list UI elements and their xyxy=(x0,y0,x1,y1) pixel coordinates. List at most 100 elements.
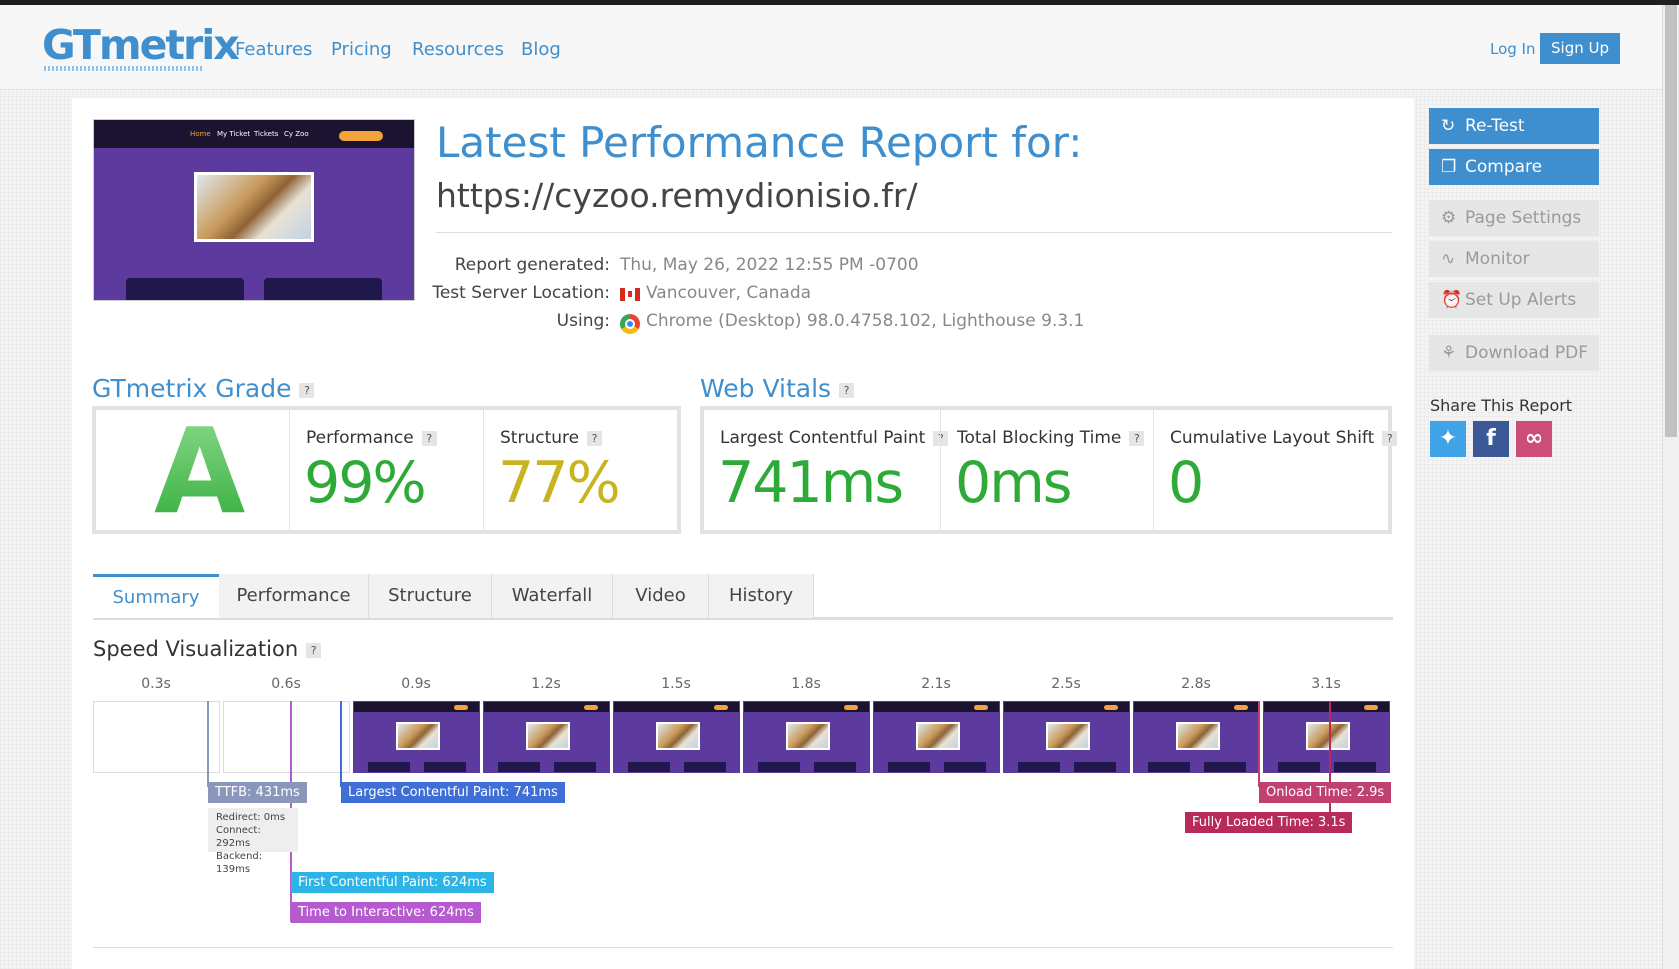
set-up-alerts-button[interactable]: ⏰ Set Up Alerts xyxy=(1429,282,1599,318)
thumbnail-nav-cyzoo: Cy Zoo xyxy=(284,130,309,138)
performance-cell: Performance? 99% xyxy=(289,410,483,530)
cls-label: Cumulative Layout Shift? xyxy=(1170,428,1398,448)
refresh-icon: ↻ xyxy=(1441,116,1456,136)
nav-blog[interactable]: Blog xyxy=(521,39,561,60)
filmstrip-frame[interactable] xyxy=(353,701,480,773)
timeline-tick: 3.1s xyxy=(1311,676,1341,692)
filmstrip-frame[interactable] xyxy=(613,701,740,773)
lcp-marker-line xyxy=(340,701,342,787)
timeline-tick: 2.8s xyxy=(1181,676,1211,692)
using-value: Chrome (Desktop) 98.0.4758.102, Lighthou… xyxy=(646,311,1085,331)
fully-loaded-tag[interactable]: Fully Loaded Time: 3.1s xyxy=(1185,812,1353,833)
vitals-title: Web Vitals xyxy=(700,374,832,403)
structure-value: 77% xyxy=(498,450,621,516)
title-divider xyxy=(436,232,1392,233)
section-divider xyxy=(93,947,1393,948)
thumbnail-nav-tickets: Tickets xyxy=(254,130,279,138)
ttfb-tag[interactable]: TTFB: 431ms xyxy=(208,782,307,803)
canada-flag-icon xyxy=(620,288,640,301)
vitals-help-icon[interactable]: ? xyxy=(839,382,855,398)
retest-button[interactable]: ↻ Re-Test xyxy=(1429,108,1599,144)
structure-label: Structure? xyxy=(500,428,603,448)
location-value: Vancouver, Canada xyxy=(646,283,812,303)
structure-cell: Structure? 77% xyxy=(483,410,677,530)
timeline-tick: 1.8s xyxy=(791,676,821,692)
twitter-icon[interactable]: ✦ xyxy=(1430,421,1466,457)
report-title: Latest Performance Report for: xyxy=(436,118,1083,167)
tab-structure[interactable]: Structure xyxy=(369,574,492,618)
onload-tag[interactable]: Onload Time: 2.9s xyxy=(1259,782,1392,803)
page-screenshot-thumbnail[interactable]: Home My Ticket Tickets Cy Zoo xyxy=(93,119,415,301)
backend-time: Backend: 139ms xyxy=(216,851,263,875)
filmstrip-frame[interactable] xyxy=(1263,701,1390,773)
help-icon[interactable]: ? xyxy=(1382,430,1398,446)
filmstrip-frame[interactable] xyxy=(743,701,870,773)
gtmetrix-logo[interactable]: GTmetrix xyxy=(42,21,240,69)
pdf-icon: ⚘ xyxy=(1441,343,1457,363)
vitals-section-title: Web Vitals? xyxy=(700,374,855,403)
timeline-tick: 1.5s xyxy=(661,676,691,692)
compare-button[interactable]: ❐ Compare xyxy=(1429,149,1599,185)
generated-label: Report generated: xyxy=(454,255,610,275)
signup-button[interactable]: Sign Up xyxy=(1540,33,1620,64)
filmstrip-frame[interactable] xyxy=(1133,701,1260,773)
ttfb-marker-line xyxy=(207,701,209,787)
monitor-button[interactable]: ∿ Monitor xyxy=(1429,241,1599,277)
tab-history[interactable]: History xyxy=(709,574,814,618)
filmstrip-frame[interactable] xyxy=(873,701,1000,773)
login-link[interactable]: Log In xyxy=(1490,40,1536,58)
tab-performance[interactable]: Performance xyxy=(219,574,369,618)
nav-pricing[interactable]: Pricing xyxy=(331,39,392,60)
lcp-tag[interactable]: Largest Contentful Paint: 741ms xyxy=(341,782,565,803)
cls-value: 0 xyxy=(1168,450,1204,516)
tab-summary[interactable]: Summary xyxy=(93,574,219,618)
link-icon[interactable]: ∞ xyxy=(1516,421,1552,457)
help-icon[interactable]: ? xyxy=(1129,430,1145,446)
report-url[interactable]: https://cyzoo.remydionisio.fr/ xyxy=(436,176,918,215)
tbt-value: 0ms xyxy=(955,450,1072,516)
connect-time: Connect: 292ms xyxy=(216,825,261,849)
tab-waterfall[interactable]: Waterfall xyxy=(492,574,613,618)
thumbnail-connect-button xyxy=(339,131,383,141)
fcp-tag[interactable]: First Contentful Paint: 624ms xyxy=(291,872,494,893)
help-icon[interactable]: ? xyxy=(421,430,437,446)
redirect-time: Redirect: 0ms xyxy=(216,812,286,823)
filmstrip-frame-blank[interactable] xyxy=(223,701,350,773)
share-label: Share This Report xyxy=(1430,396,1573,415)
help-icon[interactable]: ? xyxy=(587,430,603,446)
download-pdf-button[interactable]: ⚘ Download PDF xyxy=(1429,335,1599,371)
filmstrip-frame-blank[interactable] xyxy=(93,701,220,773)
ttfb-breakdown: Redirect: 0ms Connect: 292ms Backend: 13… xyxy=(208,808,298,875)
grade-box: A Performance? 99% Structure? 77% xyxy=(92,402,681,540)
thumbnail-tile xyxy=(126,278,244,300)
gear-icon: ⚙ xyxy=(1441,208,1457,228)
timeline-tick: 2.1s xyxy=(921,676,951,692)
grade-help-icon[interactable]: ? xyxy=(299,382,315,398)
performance-value: 99% xyxy=(304,450,427,516)
site-header: GTmetrix Features Pricing Resources Blog… xyxy=(0,5,1662,90)
nav-features[interactable]: Features xyxy=(235,39,312,60)
scrollbar-thumb[interactable] xyxy=(1665,5,1677,437)
lcp-label: Largest Contentful Paint? xyxy=(720,428,949,448)
filmstrip-frame[interactable] xyxy=(483,701,610,773)
compare-icon: ❐ xyxy=(1441,157,1457,177)
performance-label: Performance? xyxy=(306,428,437,448)
logo-underline xyxy=(44,66,204,71)
tab-video[interactable]: Video xyxy=(613,574,709,618)
facebook-icon[interactable]: f xyxy=(1473,421,1509,457)
thumbnail-giraffe-image xyxy=(194,172,314,242)
tti-tag[interactable]: Time to Interactive: 624ms xyxy=(291,902,481,923)
vitals-box: Largest Contentful Paint? 741ms Total Bl… xyxy=(700,406,1398,534)
tbt-label: Total Blocking Time? xyxy=(957,428,1145,448)
nav-resources[interactable]: Resources xyxy=(412,39,504,60)
timeline-tick: 0.3s xyxy=(141,676,171,692)
page-scrollbar[interactable] xyxy=(1662,5,1679,969)
using-label: Using: xyxy=(556,311,610,331)
thumbnail-nav-home: Home xyxy=(190,130,211,138)
pulse-icon: ∿ xyxy=(1441,249,1456,269)
timeline-tick: 0.9s xyxy=(401,676,431,692)
thumbnail-nav-myticket: My Ticket xyxy=(217,130,251,138)
filmstrip-frame[interactable] xyxy=(1003,701,1130,773)
page-settings-button[interactable]: ⚙ Page Settings xyxy=(1429,200,1599,236)
speed-help-icon[interactable]: ? xyxy=(306,642,322,658)
